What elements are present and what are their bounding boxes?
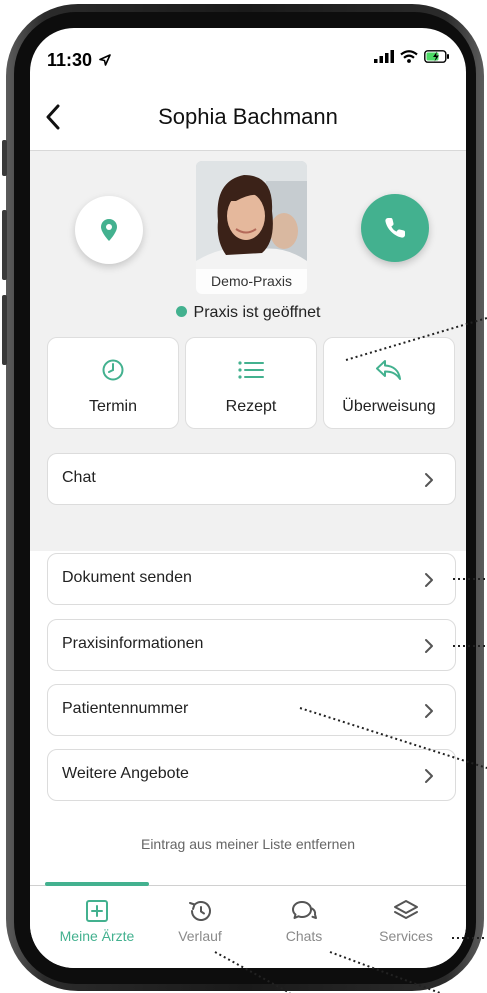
volume-down-button bbox=[2, 295, 7, 365]
tab-label: Services bbox=[379, 928, 433, 944]
layers-icon bbox=[394, 900, 418, 919]
signal-icon bbox=[374, 50, 394, 63]
tab-label: Verlauf bbox=[178, 928, 222, 944]
action-label: Überweisung bbox=[342, 398, 436, 415]
chevron-right-icon bbox=[425, 769, 433, 783]
doctor-photo: Demo-Praxis bbox=[196, 161, 307, 294]
map-pin-icon bbox=[101, 219, 117, 241]
phone-icon bbox=[385, 218, 405, 238]
tab-meine-aerzte[interactable]: Meine Ärzte bbox=[47, 898, 147, 944]
chat-bubbles-icon bbox=[292, 901, 317, 919]
status-bar: 11:30 bbox=[30, 28, 466, 84]
remove-entry-link[interactable]: Eintrag aus meiner Liste entfernen bbox=[30, 836, 466, 852]
action-rezept[interactable]: Rezept bbox=[185, 337, 317, 429]
battery-charging-icon bbox=[424, 50, 449, 63]
action-ueberweisung[interactable]: Überweisung bbox=[323, 337, 455, 429]
menu-item-dokument-senden[interactable]: Dokument senden bbox=[47, 553, 456, 605]
menu-item-weitere-angebote[interactable]: Weitere Angebote bbox=[47, 749, 456, 801]
open-status-dot-icon bbox=[175, 306, 187, 317]
tab-services[interactable]: Services bbox=[356, 898, 456, 944]
location-arrow-icon bbox=[99, 54, 111, 66]
chevron-right-icon bbox=[425, 704, 433, 718]
menu-item-label: Praxisinformationen bbox=[62, 635, 204, 652]
tab-label: Meine Ärzte bbox=[59, 928, 135, 944]
chat-row-label: Chat bbox=[62, 469, 96, 486]
device-frame: 11:30 Sophia Bachmann Demo-Praxis Praxis… bbox=[0, 0, 487, 993]
photo-label: Demo-Praxis bbox=[196, 269, 307, 294]
tab-chats[interactable]: Chats bbox=[254, 898, 354, 944]
list-icon bbox=[238, 361, 264, 379]
wifi-icon bbox=[400, 50, 418, 63]
menu-item-label: Weitere Angebote bbox=[62, 765, 189, 782]
practice-status-text: Praxis ist geöffnet bbox=[193, 304, 321, 321]
location-button[interactable] bbox=[75, 196, 143, 264]
call-button[interactable] bbox=[361, 194, 429, 262]
status-time: 11:30 bbox=[47, 50, 111, 71]
volume-up-button bbox=[2, 210, 7, 280]
tab-label: Chats bbox=[285, 928, 323, 944]
screen: 11:30 Sophia Bachmann Demo-Praxis Praxis… bbox=[30, 28, 466, 968]
chat-row[interactable]: Chat bbox=[47, 453, 456, 505]
action-label: Rezept bbox=[225, 398, 277, 415]
tab-verlauf[interactable]: Verlauf bbox=[150, 898, 250, 944]
menu-item-patientennummer[interactable]: Patientennummer bbox=[47, 684, 456, 736]
action-label: Termin bbox=[88, 398, 137, 415]
chevron-right-icon bbox=[425, 639, 433, 653]
reply-icon bbox=[376, 360, 401, 380]
history-icon bbox=[189, 901, 211, 921]
menu-item-label: Patientennummer bbox=[62, 700, 189, 717]
chevron-right-icon bbox=[425, 573, 433, 587]
clock-icon bbox=[102, 359, 124, 381]
active-tab-indicator bbox=[45, 882, 149, 886]
mute-switch bbox=[2, 140, 7, 176]
navigation-bar: Sophia Bachmann bbox=[30, 84, 466, 151]
plus-square-icon bbox=[86, 900, 108, 922]
chevron-right-icon bbox=[425, 473, 433, 487]
status-icons bbox=[374, 50, 450, 63]
practice-status: Praxis ist geöffnet bbox=[30, 304, 466, 322]
page-title: Sophia Bachmann bbox=[158, 104, 338, 129]
tab-bar: Meine Ärzte Verlauf Chats Services bbox=[30, 882, 466, 968]
menu-item-label: Dokument senden bbox=[62, 569, 192, 586]
menu-item-praxisinformationen[interactable]: Praxisinformationen bbox=[47, 619, 456, 671]
action-termin[interactable]: Termin bbox=[47, 337, 179, 429]
